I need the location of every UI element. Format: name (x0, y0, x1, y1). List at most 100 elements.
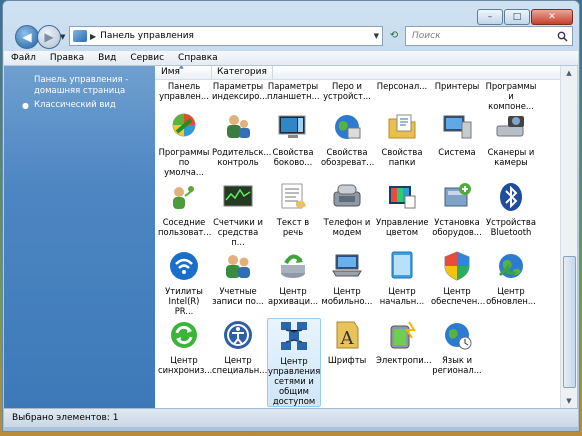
item-security-center[interactable]: Центр обеспечен... (431, 249, 485, 306)
item-sidebar-properties[interactable]: Свойства боково... (267, 110, 319, 167)
item-bluetooth[interactable]: Устройства Bluetooth (485, 180, 537, 237)
column-separator[interactable] (211, 66, 212, 79)
windows-update-icon (494, 249, 528, 283)
menu-tools[interactable]: Сервис (123, 53, 171, 63)
control-panel-home-link[interactable]: Панель управления - домашняя страница (34, 75, 128, 97)
item-performance-counters[interactable]: Счетчики и средства п... (212, 180, 264, 247)
item-label: Центр архиваци... (267, 286, 319, 306)
internet-options-icon (330, 110, 364, 144)
address-dropdown-icon[interactable]: ▼ (374, 32, 379, 40)
history-dropdown-icon[interactable]: ▼ (60, 33, 65, 41)
item-label: Родительск... контроль (212, 147, 272, 167)
item-folder-options[interactable]: Свойства папки (376, 110, 428, 167)
vertical-scrollbar[interactable]: ▲ ▼ (560, 66, 577, 408)
address-bar[interactable]: ▶ Панель управления ▼ (69, 26, 383, 46)
people-near-me-icon (167, 180, 201, 214)
item-label: Свойства боково... (272, 147, 314, 167)
welcome-center-icon (385, 249, 419, 283)
item-label: Управление цветом (376, 217, 429, 237)
column-name[interactable]: Имя (161, 67, 180, 77)
item-label: Электропи... (376, 355, 432, 365)
item-default-programs[interactable]: Программы по умолча... (158, 110, 210, 177)
item-fonts[interactable]: A Шрифты (321, 318, 373, 365)
add-hardware-icon (440, 180, 474, 214)
item-label: Перо и устройст... (323, 81, 371, 101)
item-label: Панель управлен... (159, 81, 209, 101)
item-backup-center[interactable]: Центр архиваци... (267, 249, 319, 306)
item-label: Язык и регионал... (432, 355, 482, 375)
item-label: Сканеры и камеры (487, 147, 535, 167)
column-category[interactable]: Категория (217, 67, 267, 77)
scroll-up-arrow-icon[interactable]: ▲ (561, 66, 577, 80)
search-box[interactable]: Поиск (405, 26, 573, 46)
address-path[interactable]: Панель управления (100, 31, 194, 41)
item-label: Устройства Bluetooth (485, 217, 537, 237)
back-button[interactable]: ◀ (15, 25, 39, 49)
item-parental-controls[interactable]: Родительск... контроль (212, 110, 272, 167)
bluetooth-icon (494, 180, 528, 214)
item-user-accounts[interactable]: Учетные записи по... (212, 249, 264, 306)
forward-button[interactable]: ▶ (37, 25, 61, 49)
item-label: Центр обновлен... (486, 286, 536, 306)
item-label: Свойства папки (381, 147, 423, 167)
item-label: Шрифты (327, 355, 367, 365)
search-input[interactable]: Поиск (412, 31, 555, 41)
item-system[interactable]: Система (431, 110, 483, 157)
mobility-center-icon (330, 249, 364, 283)
item-color-management[interactable]: Управление цветом (376, 180, 429, 237)
item-label: Учетные записи по... (212, 286, 264, 306)
backup-center-icon (276, 249, 310, 283)
item-add-hardware[interactable]: Установка оборудов... (431, 180, 483, 237)
window-caption-buttons: – □ ✕ (477, 9, 573, 25)
bullet-icon: ● (22, 101, 29, 110)
item-network-sharing-center[interactable]: Центр управления сетями и общим доступом (267, 318, 321, 407)
item-people-near-me[interactable]: Соседние пользоват... (158, 180, 211, 237)
item-label: Установка оборудов... (432, 217, 482, 237)
item-label: Центр управления сетями и общим доступом (268, 356, 321, 406)
item-mobility-center[interactable]: Центр мобильно... (321, 249, 373, 306)
column-separator[interactable] (272, 66, 273, 79)
task-pane: Панель управления - домашняя страница ● … (4, 66, 155, 408)
sync-center-icon (167, 318, 201, 352)
maximize-button[interactable]: □ (504, 9, 530, 25)
classic-view-link[interactable]: Классический вид (34, 100, 116, 111)
power-options-icon (385, 318, 419, 352)
refresh-button[interactable]: ⟲ (385, 27, 403, 43)
default-programs-icon (167, 110, 201, 144)
performance-counters-icon (221, 180, 255, 214)
item-scanners-cameras[interactable]: Сканеры и камеры (485, 110, 537, 167)
item-intel-wireless[interactable]: Утилиты Intel(R) PR... (158, 249, 210, 316)
item-label: Свойства обозреват... (321, 147, 375, 167)
user-accounts-icon (221, 249, 255, 283)
menu-edit[interactable]: Правка (43, 53, 91, 63)
menu-help[interactable]: Справка (171, 53, 225, 63)
item-label: Параметры планшетн... (267, 81, 320, 101)
item-sync-center[interactable]: Центр синхрониз... (158, 318, 212, 375)
item-power-options[interactable]: Электропи... (376, 318, 432, 365)
item-windows-update[interactable]: Центр обновлен... (485, 249, 537, 306)
fonts-icon: A (330, 318, 364, 352)
search-icon[interactable] (555, 29, 569, 43)
item-ease-of-access[interactable]: Центр специальн... (212, 318, 267, 375)
item-label: Система (438, 147, 476, 157)
menu-bar: Файл Правка Вид Сервис Справка (4, 51, 578, 66)
menu-view[interactable]: Вид (91, 53, 123, 63)
close-button[interactable]: ✕ (531, 9, 573, 25)
items-view: Панель управлен... Параметры индексиро...… (155, 66, 560, 408)
breadcrumb-chevron-icon[interactable]: ▶ (90, 32, 96, 41)
item-label: Центр начальн... (379, 286, 425, 306)
item-label: Центр мобильно... (321, 286, 373, 306)
item-regional-language[interactable]: Язык и регионал... (431, 318, 483, 375)
scroll-down-arrow-icon[interactable]: ▼ (561, 394, 577, 408)
minimize-button[interactable]: – (477, 9, 503, 25)
scrollbar-thumb[interactable] (563, 256, 576, 388)
item-label: Текст в речь (276, 217, 310, 237)
item-phone-modem[interactable]: Телефон и модем (321, 180, 373, 237)
menu-file[interactable]: Файл (4, 53, 43, 63)
item-text-to-speech[interactable]: Текст в речь (267, 180, 319, 237)
item-internet-options[interactable]: Свойства обозреват... (321, 110, 375, 167)
sidebar-properties-icon (276, 110, 310, 144)
item-welcome-center[interactable]: Центр начальн... (376, 249, 428, 306)
selection-count: Выбрано элементов: 1 (12, 413, 119, 423)
item-label: Принтеры (434, 81, 480, 91)
